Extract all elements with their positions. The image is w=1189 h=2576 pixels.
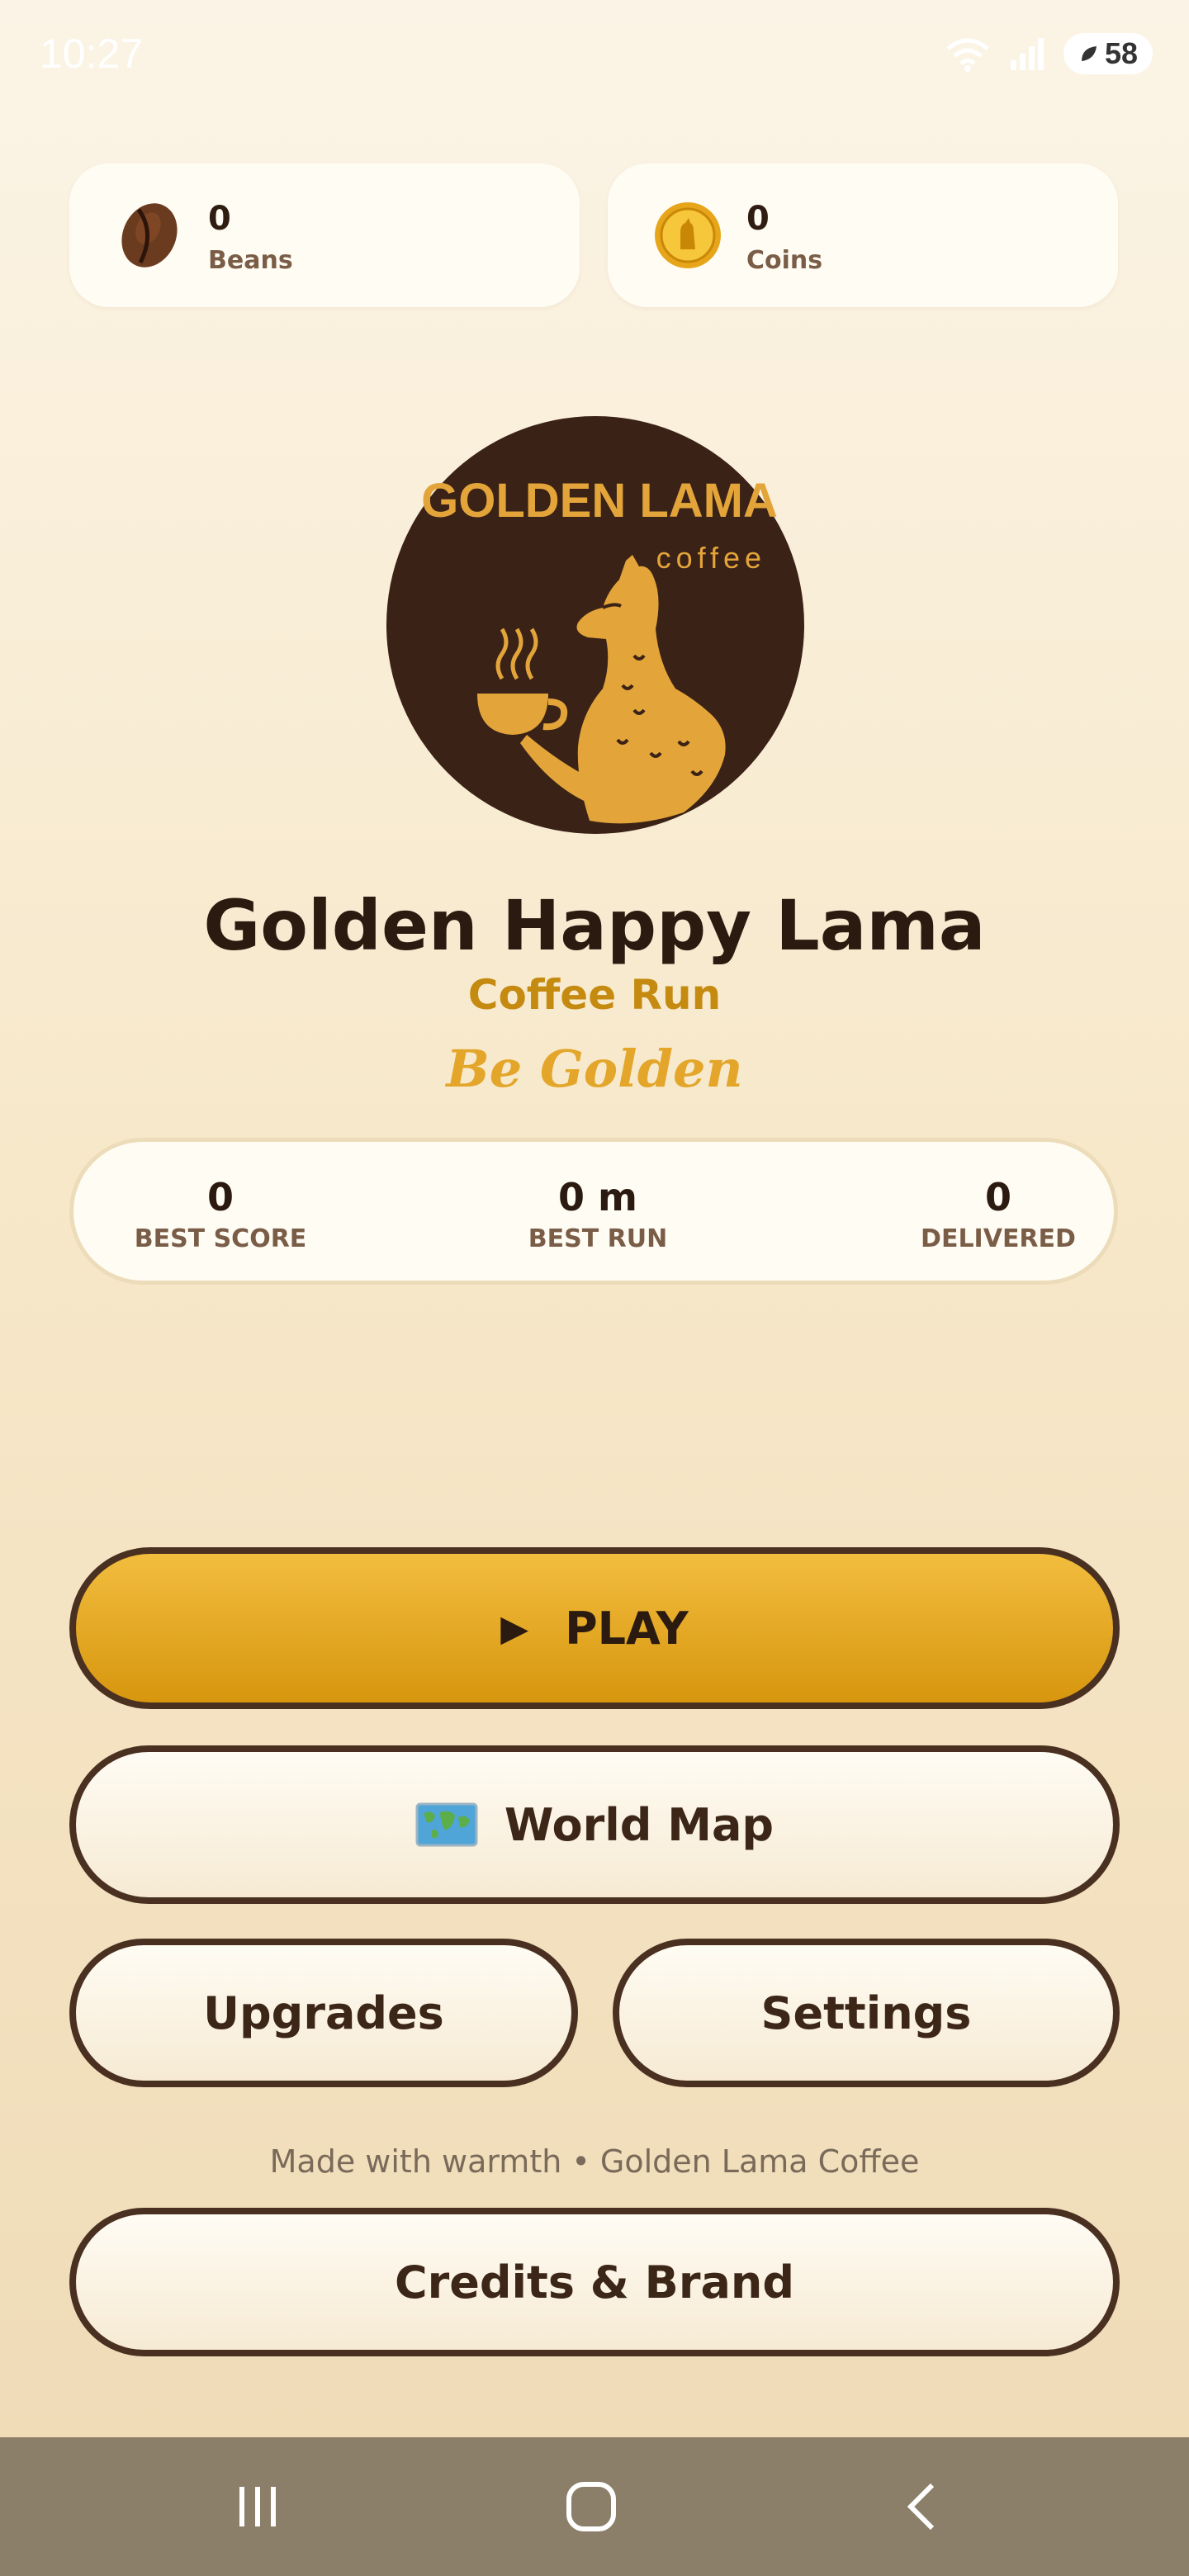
stat-label: DELIVERED <box>921 1224 1076 1253</box>
golden-lama-logo: GOLDEN LAMA coffee <box>386 416 804 834</box>
tagline: Be Golden <box>446 1039 743 1099</box>
world-map-label: World Map <box>504 1798 775 1851</box>
beans-card: 0 Beans <box>69 163 580 307</box>
status-bar: 10:27 58 <box>0 0 1189 107</box>
game-subtitle: Coffee Run <box>467 971 722 1019</box>
play-icon: ▶ <box>500 1607 529 1650</box>
stat-value: 0 m <box>558 1175 637 1219</box>
play-button[interactable]: ▶ PLAY <box>69 1547 1120 1709</box>
play-label: PLAY <box>565 1602 689 1655</box>
back-icon <box>907 2483 935 2531</box>
world-map-button[interactable]: World Map <box>69 1745 1120 1904</box>
coffee-bean-icon <box>121 203 178 268</box>
beans-value: 0 <box>208 200 231 238</box>
stat-best-run: 0 m BEST RUN <box>499 1175 697 1253</box>
coins-label: Coins <box>746 246 823 275</box>
battery-indicator: 58 <box>1063 33 1153 74</box>
stats-panel: 0 BEST SCORE 0 m BEST RUN 0 DELIVERED <box>69 1138 1118 1285</box>
game-title: Golden Happy Lama <box>203 885 986 966</box>
status-time: 10:27 <box>40 31 144 77</box>
world-map-icon <box>415 1802 478 1847</box>
navigation-bar <box>0 2437 1189 2576</box>
home-button[interactable] <box>550 2465 632 2548</box>
status-icons: 58 <box>945 33 1153 74</box>
llama-coin-icon <box>655 202 721 268</box>
logo-line1: GOLDEN LAMA <box>421 474 778 528</box>
recents-button[interactable] <box>216 2465 299 2548</box>
credits-label: Credits & Brand <box>394 2256 795 2308</box>
battery-saver-icon <box>1081 46 1097 61</box>
coins-card: 0 Coins <box>608 163 1118 307</box>
settings-button[interactable]: Settings <box>613 1939 1120 2087</box>
upgrades-button[interactable]: Upgrades <box>69 1939 578 2087</box>
footer-text: Made with warmth • Golden Lama Coffee <box>269 2143 920 2180</box>
logo-line2: coffee <box>656 541 766 575</box>
battery-level: 58 <box>1104 36 1138 70</box>
stat-value: 0 <box>206 1175 234 1219</box>
wifi-icon <box>946 38 989 72</box>
recents-icon <box>239 2487 276 2526</box>
stat-value: 0 <box>984 1175 1011 1219</box>
stat-delivered: 0 DELIVERED <box>899 1175 1097 1253</box>
beans-label: Beans <box>208 246 293 275</box>
stat-best-score: 0 BEST SCORE <box>121 1175 320 1253</box>
stat-label: BEST SCORE <box>134 1224 307 1253</box>
settings-label: Settings <box>760 1986 972 2039</box>
credits-button[interactable]: Credits & Brand <box>69 2208 1120 2356</box>
upgrades-label: Upgrades <box>203 1986 444 2039</box>
stat-label: BEST RUN <box>528 1224 668 1253</box>
back-button[interactable] <box>880 2465 963 2548</box>
coins-value: 0 <box>746 200 770 238</box>
home-icon <box>566 2482 616 2531</box>
signal-icon <box>1010 38 1044 70</box>
